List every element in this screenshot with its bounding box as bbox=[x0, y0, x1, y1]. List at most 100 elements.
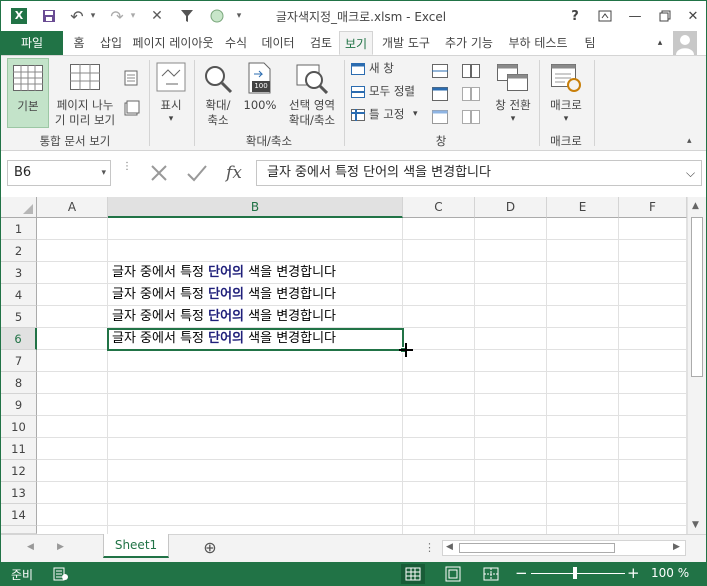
row-header-3[interactable]: 3 bbox=[1, 262, 37, 284]
undo-icon[interactable]: ↶ bbox=[67, 6, 87, 26]
reset-position-icon[interactable] bbox=[462, 110, 480, 124]
avatar[interactable] bbox=[673, 31, 697, 55]
name-box[interactable]: B6 ▾ bbox=[7, 160, 111, 186]
tab-developer[interactable]: 개발 도구 bbox=[375, 31, 437, 55]
unhide-icon[interactable] bbox=[432, 110, 448, 124]
row-header-15-partial[interactable] bbox=[1, 526, 37, 534]
help-icon[interactable]: ? bbox=[563, 5, 587, 27]
tab-load-test[interactable]: 부하 테스트 bbox=[501, 31, 575, 55]
ribbon-display-options-icon[interactable] bbox=[593, 5, 617, 27]
confirm-entry-icon[interactable] bbox=[184, 163, 210, 183]
vertical-scrollbar[interactable]: ▲ ▼ bbox=[687, 197, 706, 534]
row-header-8[interactable]: 8 bbox=[1, 372, 37, 394]
collapse-ribbon-icon[interactable]: ▴ bbox=[687, 136, 692, 146]
cell-b3[interactable]: 글자 중에서 특정 단어의 색을 변경합니다 bbox=[112, 262, 336, 284]
column-header-b[interactable]: B bbox=[108, 197, 403, 218]
tab-insert[interactable]: 삽입 bbox=[95, 31, 127, 55]
scroll-up-icon[interactable]: ▲ bbox=[692, 201, 699, 211]
row-header-4[interactable]: 4 bbox=[1, 284, 37, 306]
sync-scroll-icon[interactable] bbox=[462, 87, 480, 101]
zoom-slider-thumb[interactable] bbox=[573, 567, 577, 579]
tab-review[interactable]: 검토 bbox=[303, 31, 339, 55]
close-x-icon[interactable]: ✕ bbox=[147, 6, 167, 26]
scroll-down-icon[interactable]: ▼ bbox=[692, 520, 699, 530]
filter-icon[interactable] bbox=[177, 6, 197, 26]
next-sheet-icon[interactable]: ▶ bbox=[57, 542, 64, 552]
row-header-6[interactable]: 6 bbox=[1, 328, 37, 350]
page-break-status-icon[interactable] bbox=[479, 564, 503, 584]
minimize-icon[interactable]: — bbox=[623, 5, 647, 27]
zoom-slider[interactable] bbox=[531, 567, 625, 579]
tab-data[interactable]: 데이터 bbox=[255, 31, 301, 55]
zoom-out-icon[interactable]: − bbox=[515, 564, 528, 582]
cell-b5[interactable]: 글자 중에서 특정 단어의 색을 변경합니다 bbox=[112, 306, 336, 328]
page-layout-status-icon[interactable] bbox=[441, 564, 465, 584]
redo-dropdown-icon[interactable]: ▾ bbox=[127, 6, 139, 26]
column-header-a[interactable]: A bbox=[37, 197, 108, 218]
column-header-d[interactable]: D bbox=[475, 197, 547, 218]
undo-dropdown-icon[interactable]: ▾ bbox=[87, 6, 99, 26]
name-box-dropdown-icon[interactable]: ▾ bbox=[101, 161, 106, 185]
scroll-right-icon[interactable]: ▶ bbox=[673, 542, 680, 552]
select-all-corner[interactable] bbox=[1, 197, 37, 218]
zoom-level[interactable]: 100 % bbox=[651, 566, 689, 580]
normal-view-button[interactable]: 기본 bbox=[7, 58, 49, 128]
tab-home[interactable]: 홈 bbox=[65, 31, 93, 55]
cancel-entry-icon[interactable] bbox=[147, 163, 171, 183]
expand-formula-bar-icon[interactable]: ⌵ bbox=[686, 163, 702, 183]
tab-view[interactable]: 보기 bbox=[339, 31, 373, 55]
view-side-by-side-icon[interactable] bbox=[462, 64, 480, 78]
formula-input[interactable]: 글자 중에서 특정 단어의 색을 변경합니다 bbox=[256, 160, 702, 186]
row-header-13[interactable]: 13 bbox=[1, 482, 37, 504]
page-layout-view-icon[interactable] bbox=[124, 70, 138, 86]
save-icon[interactable] bbox=[39, 6, 59, 26]
switch-windows-button[interactable]: 창 전환 ▾ bbox=[487, 58, 539, 128]
sheet-tab-sheet1[interactable]: Sheet1 bbox=[103, 534, 169, 558]
normal-view-status-icon[interactable] bbox=[401, 564, 425, 584]
hide-icon[interactable] bbox=[432, 87, 448, 101]
restore-icon[interactable] bbox=[653, 5, 677, 27]
macro-recording-icon[interactable] bbox=[53, 567, 69, 581]
new-sheet-icon[interactable]: ⊕ bbox=[199, 537, 221, 559]
scroll-left-icon[interactable]: ◀ bbox=[446, 542, 453, 552]
row-header-1[interactable]: 1 bbox=[1, 218, 37, 240]
column-header-c[interactable]: C bbox=[403, 197, 475, 218]
prev-sheet-icon[interactable]: ◀ bbox=[27, 542, 34, 552]
zoom-to-selection-button[interactable]: 선택 영역 확대/축소 bbox=[281, 58, 343, 128]
custom-views-icon[interactable] bbox=[124, 100, 140, 116]
row-header-9[interactable]: 9 bbox=[1, 394, 37, 416]
split-icon[interactable] bbox=[432, 64, 448, 78]
column-header-e[interactable]: E bbox=[547, 197, 619, 218]
horizontal-scroll-thumb[interactable] bbox=[459, 543, 615, 553]
row-header-5[interactable]: 5 bbox=[1, 306, 37, 328]
row-header-2[interactable]: 2 bbox=[1, 240, 37, 262]
page-break-preview-button[interactable]: 페이지 나누 기 미리 보기 bbox=[51, 58, 119, 128]
tab-addins[interactable]: 추가 기능 bbox=[439, 31, 499, 55]
row-header-14[interactable]: 14 bbox=[1, 504, 37, 526]
freeze-panes-button[interactable]: 틀 고정 ▾ bbox=[351, 107, 427, 125]
insert-function-icon[interactable]: fx bbox=[221, 161, 247, 185]
ribbon-collapse-icon[interactable]: ▴ bbox=[653, 31, 667, 55]
tab-formulas[interactable]: 수식 bbox=[219, 31, 253, 55]
tab-split-grip-icon[interactable]: ⋮ bbox=[424, 541, 435, 554]
macros-button[interactable]: 매크로 ▾ bbox=[543, 58, 589, 128]
zoom-in-icon[interactable]: + bbox=[627, 564, 640, 582]
cell-b4[interactable]: 글자 중에서 특정 단어의 색을 변경합니다 bbox=[112, 284, 336, 306]
row-header-12[interactable]: 12 bbox=[1, 460, 37, 482]
tab-page-layout[interactable]: 페이지 레이아웃 bbox=[129, 31, 217, 55]
redo-icon[interactable]: ↷ bbox=[107, 6, 127, 26]
tab-file[interactable]: 파일 bbox=[1, 31, 63, 55]
new-window-button[interactable]: 새 창 bbox=[351, 61, 423, 79]
zoom-100-button[interactable]: 100 100% bbox=[241, 58, 279, 128]
horizontal-scrollbar[interactable]: ◀ ▶ bbox=[442, 540, 686, 556]
arrange-all-button[interactable]: 모두 정렬 bbox=[351, 84, 427, 102]
row-header-11[interactable]: 11 bbox=[1, 438, 37, 460]
column-header-f[interactable]: F bbox=[619, 197, 687, 218]
close-window-icon[interactable]: ✕ bbox=[681, 5, 705, 27]
excel-logo-icon[interactable]: X bbox=[11, 8, 27, 24]
vertical-scroll-thumb[interactable] bbox=[691, 217, 703, 377]
tab-team[interactable]: 팀 bbox=[577, 31, 603, 55]
row-header-10[interactable]: 10 bbox=[1, 416, 37, 438]
row-header-7[interactable]: 7 bbox=[1, 350, 37, 372]
show-button[interactable]: 표시 ▾ bbox=[153, 58, 189, 128]
